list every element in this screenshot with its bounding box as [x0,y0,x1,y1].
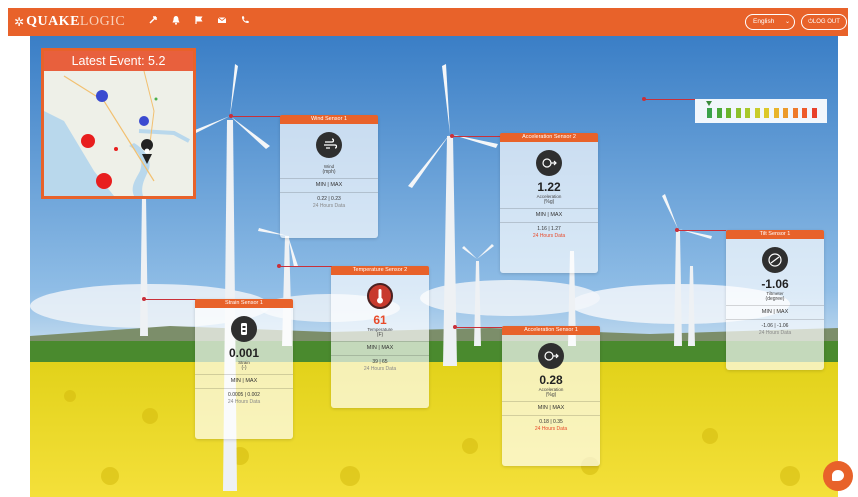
accel1-connector [456,327,502,328]
level-bar [745,108,750,118]
accel2-connector [453,136,501,137]
phone-icon[interactable] [240,15,250,27]
accel2-anchor [450,134,454,138]
card-title: Acceleration Sensor 2 [500,133,598,142]
min-max-values: 39 | 65 [331,355,429,365]
level-anchor [642,97,646,101]
wind-sensor-connector [232,116,280,117]
thermometer-icon [367,283,393,309]
mail-icon[interactable] [217,15,227,27]
logo-gear-icon: ✲ [14,15,25,29]
logo-text-logic: LOGIC [79,14,126,29]
sensor-unit: (degree) [765,296,785,302]
chevron-down-icon: ⌄ [784,19,790,25]
min-max-values: 1.16 | 1.27 [500,222,598,232]
language-selector[interactable]: English ⌄ [745,14,795,30]
level-bar [792,108,798,118]
level-bar [773,108,779,118]
flag-icon[interactable] [194,15,204,27]
temperature-sensor-card[interactable]: Temperature Sensor 2 61 Temperature (F) … [331,266,429,408]
logout-button[interactable]: ⏻LOG OUT [801,14,847,30]
wind-sensor-card[interactable]: Wind Sensor 1 Wind (mph) MIN | MAX 0.22 … [280,115,378,238]
period-label: 24 Hours Data [363,366,397,372]
level-bar [735,108,741,118]
level-bar [754,108,760,118]
card-title: Acceleration Sensor 1 [502,326,600,335]
regional-map [44,51,193,196]
logo-text-quake: QUAKE [26,14,80,29]
strain-sensor-anchor [142,297,146,301]
min-max-values: 0.0005 | 0.002 [195,388,293,398]
latest-event-map[interactable]: Latest Event: 5.2 [41,48,196,199]
card-title: Wind Sensor 1 [280,115,378,124]
card-title: Strain Sensor 1 [195,299,293,308]
min-max-values: -1.06 | -1.06 [726,319,824,329]
level-bar [811,108,817,118]
level-bar [802,108,807,118]
tilt-icon [762,247,788,273]
min-max-header: MIN | MAX [195,374,293,384]
min-max-header: MIN | MAX [500,208,598,218]
min-max-header: MIN | MAX [726,305,824,315]
sensor-unit: (%g) [543,199,555,205]
latest-event-title: Latest Event: 5.2 [44,51,193,71]
strain-sensor-connector [145,299,197,300]
level-bar [764,108,769,118]
sensor-unit: (-) [241,365,247,371]
period-label: 24 Hours Data [312,203,346,209]
sensor-value: 0.28 [539,373,563,387]
header-icon-group [148,15,250,27]
level-bar [716,108,722,118]
tilt-sensor-connector [678,230,726,231]
min-max-header: MIN | MAX [502,401,600,411]
language-label: English [753,18,775,25]
min-max-values: 0.22 | 0.23 [280,192,378,202]
accelerometer-icon [538,343,564,369]
sensor-value: 61 [373,313,387,327]
card-title: Temperature Sensor 2 [331,266,429,275]
tilt-sensor-anchor [675,228,679,232]
level-pointer-icon [706,101,712,106]
sensor-value: 0.001 [228,346,260,360]
accelerometer-icon [536,150,562,176]
sensor-unit: (mph) [322,169,336,175]
quakelogic-logo[interactable]: ✲ QUAKE LOGIC [14,14,125,30]
level-indicator [695,99,827,123]
top-navigation-bar: ✲ QUAKE LOGIC English ⌄ ⏻LOG OUT [8,8,848,36]
min-max-values: 0.18 | 0.35 [502,415,600,425]
sensor-unit: (%g) [545,392,557,398]
acceleration-sensor-2-card[interactable]: Acceleration Sensor 2 1.22 Acceleration … [500,133,598,273]
min-max-header: MIN | MAX [331,341,429,351]
temp-sensor-connector [280,266,332,267]
accel1-anchor [453,325,457,329]
sensor-value: -1.06 [761,277,789,291]
wind-icon [316,132,342,158]
tilt-sensor-card[interactable]: Tilt Sensor 1 -1.06 Tiltmeter (degree) M… [726,230,824,370]
strain-gauge-icon [231,316,257,342]
level-bar [726,108,731,118]
bell-icon[interactable] [171,15,181,27]
acceleration-sensor-1-card[interactable]: Acceleration Sensor 1 0.28 Acceleration … [502,326,600,466]
level-bar [783,108,788,118]
sensor-value: 1.22 [537,180,561,194]
period-label: 24 Hours Data [534,426,568,432]
strain-sensor-card[interactable]: Strain Sensor 1 0.001 Strain (-) MIN | M… [195,299,293,439]
card-title: Tilt Sensor 1 [726,230,824,239]
min-max-header: MIN | MAX [280,178,378,188]
level-connector [644,99,696,100]
logout-label: LOG OUT [812,19,840,25]
period-label: 24 Hours Data [532,233,566,239]
share-icon[interactable] [148,15,158,27]
sensor-unit: (F) [376,332,384,338]
level-bar [707,108,712,118]
chat-button[interactable] [823,461,853,491]
wind-sensor-anchor [229,114,233,118]
temp-sensor-anchor [277,264,281,268]
period-label: 24 Hours Data [758,330,792,336]
period-label: 24 Hours Data [227,399,261,405]
